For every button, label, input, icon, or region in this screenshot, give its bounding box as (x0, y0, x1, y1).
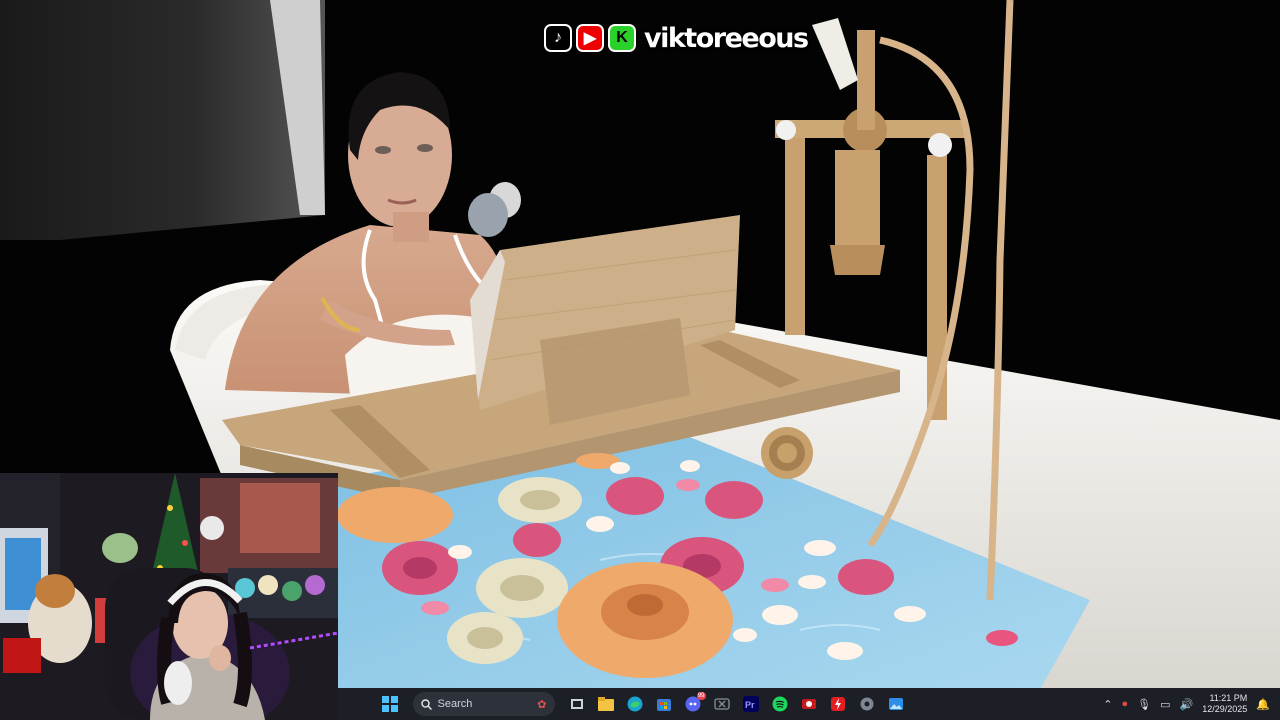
xbox-icon (713, 698, 730, 710)
kick-icon: K (608, 24, 636, 52)
social-handle-overlay: ♪ ▶ K viktoreeous (544, 20, 809, 56)
streamlabs-icon (830, 697, 845, 711)
windows-logo-icon (382, 696, 398, 712)
chevron-up-icon[interactable]: ⌃ (1103, 698, 1112, 711)
volume-icon[interactable]: 🔊 (1180, 698, 1194, 711)
svg-text:Pr: Pr (745, 700, 755, 710)
photos-button[interactable] (884, 692, 908, 716)
edge-button[interactable] (623, 692, 647, 716)
display-icon[interactable]: ▭ (1160, 698, 1170, 711)
search-highlight-icon: ✿ (537, 698, 547, 711)
streamer-handle: viktoreeous (644, 22, 809, 54)
webcam-feed-art (0, 473, 338, 720)
xbox-button[interactable] (710, 692, 734, 716)
taskbar-clock[interactable]: 11:21 PM 12/29/2025 (1202, 693, 1247, 715)
obs-button[interactable] (797, 692, 821, 716)
clock-time: 11:21 PM (1209, 693, 1248, 703)
discord-button[interactable]: 99 (681, 692, 706, 716)
file-explorer-button[interactable] (594, 692, 618, 716)
edge-icon (627, 696, 642, 712)
premiere-pro-button[interactable]: Pr (739, 692, 763, 716)
spotify-button[interactable] (768, 692, 792, 716)
spotify-icon (772, 696, 787, 712)
microsoft-store-icon (656, 699, 671, 711)
obs-icon (801, 699, 816, 709)
photos-icon (888, 698, 903, 710)
file-explorer-icon (597, 697, 614, 711)
task-view-button[interactable] (565, 692, 589, 716)
tiktok-icon: ♪ (544, 24, 572, 52)
system-tray: ⌃ ● 🎙 ▭ 🔊 11:21 PM 12/29/2025 🔔 (1103, 688, 1270, 720)
search-label: Search (437, 698, 473, 710)
streamlabs-button[interactable] (826, 692, 850, 716)
settings-button[interactable] (855, 692, 879, 716)
premiere-pro-icon: Pr (742, 696, 759, 712)
gear-icon (860, 697, 873, 711)
taskbar-search[interactable]: Search ✿ (412, 692, 555, 716)
notification-bell-icon[interactable]: 🔔 (1256, 698, 1270, 711)
microsoft-store-button[interactable] (652, 692, 676, 716)
webcam-overlay (0, 473, 338, 720)
start-button[interactable] (378, 692, 402, 716)
task-view-icon (570, 699, 583, 709)
windows-taskbar: Search ✿ 99 Pr ⌃ ● 🎙 ▭ 🔊 11:21 PM 12/29/… (338, 688, 1280, 720)
network-alert-icon[interactable]: ● (1122, 698, 1129, 710)
clock-date: 12/29/2025 (1202, 704, 1248, 714)
discord-badge: 99 (696, 692, 706, 700)
youtube-icon: ▶ (576, 24, 604, 52)
search-icon (420, 698, 432, 710)
microphone-icon[interactable]: 🎙 (1137, 698, 1151, 711)
